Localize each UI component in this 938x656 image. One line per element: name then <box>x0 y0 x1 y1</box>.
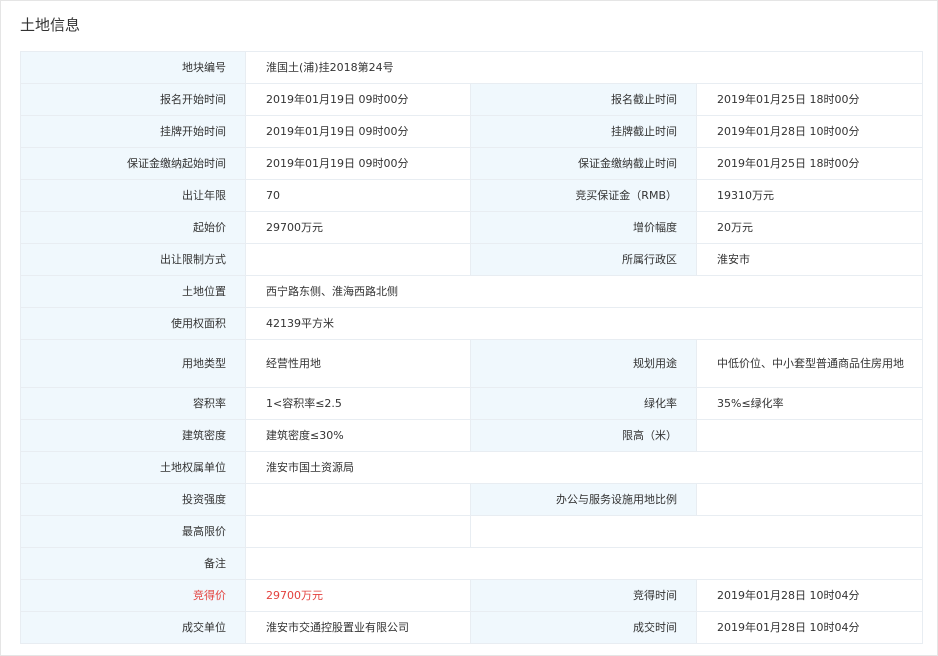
field-value: 2019年01月25日 18时00分 <box>695 147 924 180</box>
table-row: 出让年限 70 竞买保证金（RMB） 19310万元 <box>20 179 924 212</box>
field-label: 起始价 <box>20 211 246 244</box>
field-value: 建筑密度≤30% <box>245 419 471 452</box>
table-row: 保证金缴纳起始时间 2019年01月19日 09时00分 保证金缴纳截止时间 2… <box>20 147 924 180</box>
deal-price-value: 29700万元 <box>245 579 471 612</box>
panel-title: 土地信息 <box>20 16 81 34</box>
field-label: 保证金缴纳起始时间 <box>20 147 246 180</box>
field-label: 备注 <box>20 547 246 580</box>
field-label: 挂牌截止时间 <box>470 115 697 148</box>
field-label: 用地类型 <box>20 339 246 388</box>
field-label: 土地权属单位 <box>20 451 246 484</box>
table-row: 竞得价 29700万元 竞得时间 2019年01月28日 10时04分 <box>20 579 924 612</box>
field-value: 2019年01月28日 10时00分 <box>695 115 924 148</box>
field-label: 出让年限 <box>20 179 246 212</box>
table-row: 用地类型 经营性用地 规划用途 中低价位、中小套型普通商品住房用地 <box>20 339 924 388</box>
table-row: 投资强度 办公与服务设施用地比例 <box>20 483 924 516</box>
field-value: 2019年01月19日 09时00分 <box>245 147 471 180</box>
table-row: 出让限制方式 所属行政区 淮安市 <box>20 243 924 276</box>
field-label: 报名截止时间 <box>470 83 697 116</box>
field-value <box>245 515 471 548</box>
land-info-panel: 土地信息 地块编号 淮国土(浦)挂2018第24号 报名开始时间 2019年01… <box>0 0 938 656</box>
field-value <box>695 483 924 516</box>
field-value: 35%≤绿化率 <box>695 387 924 420</box>
table-row: 备注 <box>20 547 924 580</box>
field-value: 西宁路东侧、淮海西路北侧 <box>244 275 924 308</box>
field-label: 成交单位 <box>20 611 246 644</box>
field-value <box>469 515 924 548</box>
field-value: 2019年01月28日 10时04分 <box>695 611 924 644</box>
field-value <box>245 483 471 516</box>
field-value: 19310万元 <box>695 179 924 212</box>
field-value: 淮国土(浦)挂2018第24号 <box>244 51 924 84</box>
field-label: 办公与服务设施用地比例 <box>470 483 697 516</box>
field-label: 成交时间 <box>470 611 697 644</box>
deal-price-label: 竞得价 <box>20 579 246 612</box>
field-label: 竞得时间 <box>470 579 697 612</box>
field-value <box>245 243 471 276</box>
field-label: 增价幅度 <box>470 211 697 244</box>
table-row: 土地位置 西宁路东侧、淮海西路北侧 <box>20 275 924 308</box>
table-row: 最高限价 <box>20 515 924 548</box>
field-value: 29700万元 <box>245 211 471 244</box>
field-label: 报名开始时间 <box>20 83 246 116</box>
table-row: 成交单位 淮安市交通控股置业有限公司 成交时间 2019年01月28日 10时0… <box>20 611 924 644</box>
field-value: 2019年01月19日 09时00分 <box>245 83 471 116</box>
field-label: 容积率 <box>20 387 246 420</box>
field-label: 所属行政区 <box>470 243 697 276</box>
field-value: 中低价位、中小套型普通商品住房用地 <box>695 339 924 388</box>
field-value: 2019年01月28日 10时04分 <box>695 579 924 612</box>
land-info-table: 地块编号 淮国土(浦)挂2018第24号 报名开始时间 2019年01月19日 … <box>20 51 924 644</box>
table-row: 地块编号 淮国土(浦)挂2018第24号 <box>20 51 924 84</box>
field-label: 使用权面积 <box>20 307 246 340</box>
field-value <box>695 419 924 452</box>
field-value <box>244 547 924 580</box>
field-label: 规划用途 <box>470 339 697 388</box>
table-row: 报名开始时间 2019年01月19日 09时00分 报名截止时间 2019年01… <box>20 83 924 116</box>
table-row: 建筑密度 建筑密度≤30% 限高（米） <box>20 419 924 452</box>
table-row: 土地权属单位 淮安市国土资源局 <box>20 451 924 484</box>
field-value: 经营性用地 <box>245 339 471 388</box>
field-value: 2019年01月19日 09时00分 <box>245 115 471 148</box>
field-label: 限高（米） <box>470 419 697 452</box>
field-label: 土地位置 <box>20 275 246 308</box>
field-label: 出让限制方式 <box>20 243 246 276</box>
field-label: 建筑密度 <box>20 419 246 452</box>
field-value: 20万元 <box>695 211 924 244</box>
field-label: 投资强度 <box>20 483 246 516</box>
field-value: 淮安市 <box>695 243 924 276</box>
field-label: 地块编号 <box>20 51 246 84</box>
field-label: 挂牌开始时间 <box>20 115 246 148</box>
field-value: 70 <box>245 179 471 212</box>
field-value: 淮安市国土资源局 <box>244 451 924 484</box>
table-row: 容积率 1<容积率≤2.5 绿化率 35%≤绿化率 <box>20 387 924 420</box>
field-label: 保证金缴纳截止时间 <box>470 147 697 180</box>
table-row: 起始价 29700万元 增价幅度 20万元 <box>20 211 924 244</box>
field-value: 42139平方米 <box>244 307 924 340</box>
field-label: 最高限价 <box>20 515 246 548</box>
table-row: 使用权面积 42139平方米 <box>20 307 924 340</box>
field-value: 1<容积率≤2.5 <box>245 387 471 420</box>
field-label: 绿化率 <box>470 387 697 420</box>
field-value: 淮安市交通控股置业有限公司 <box>245 611 471 644</box>
field-value: 2019年01月25日 18时00分 <box>695 83 924 116</box>
field-label: 竞买保证金（RMB） <box>470 179 697 212</box>
table-row: 挂牌开始时间 2019年01月19日 09时00分 挂牌截止时间 2019年01… <box>20 115 924 148</box>
